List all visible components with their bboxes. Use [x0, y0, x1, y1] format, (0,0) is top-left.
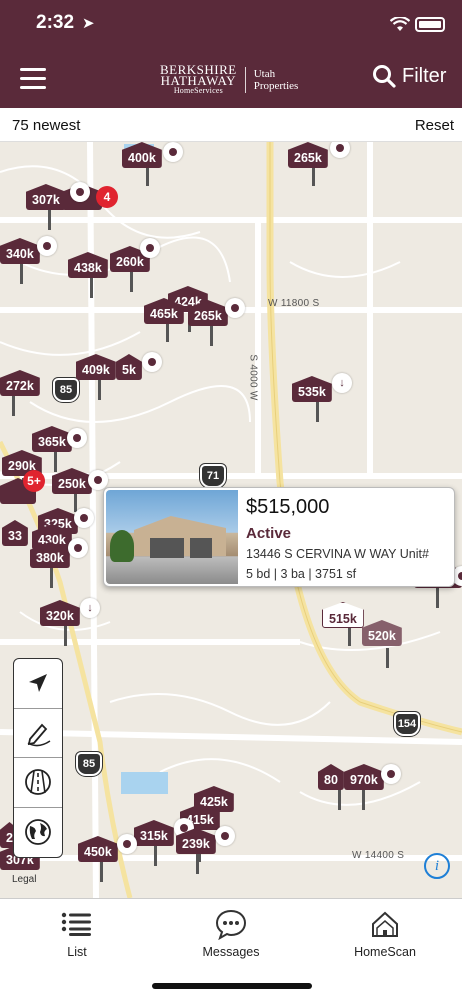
tab-label: HomeScan	[354, 945, 416, 959]
status-time: 2:32	[36, 12, 75, 33]
results-bar: 75 newest Reset	[0, 108, 462, 142]
brand-divider	[244, 67, 246, 93]
tab-label: Messages	[202, 945, 260, 959]
pond	[121, 772, 168, 794]
pin-dot	[74, 508, 94, 528]
pencil-icon	[27, 723, 51, 747]
listing-specs: 5 bd | 3 ba | 3751 sf	[246, 567, 357, 581]
cluster-badge[interactable]: 4	[96, 186, 118, 208]
globe-icon	[25, 819, 51, 846]
pin-dot	[140, 238, 160, 258]
top-nav-bar: BERKSHIRE HATHAWAY HomeServices Utah Pro…	[0, 50, 462, 108]
reset-button[interactable]: Reset	[415, 117, 454, 134]
battery-icon	[415, 17, 445, 32]
highway-shield: 71	[199, 463, 227, 489]
highway-shield: 85	[75, 751, 103, 777]
wifi-icon	[390, 17, 410, 31]
tab-messages[interactable]: Messages	[171, 907, 291, 959]
map-view[interactable]: W 11800 S S 4000 W W 14400 S 85 71 154 8…	[0, 142, 462, 898]
listing-photo[interactable]	[106, 490, 238, 584]
brand-logo: BERKSHIRE HATHAWAY HomeServices Utah Pro…	[160, 63, 299, 96]
listing-preview-card[interactable]: $515,000 Active 13446 S CERVINA W WAY Un…	[103, 487, 455, 587]
map-tools-panel	[13, 658, 63, 858]
street-label: W 11800 S	[268, 298, 320, 309]
listing-price: $515,000	[246, 496, 330, 518]
draw-area-button[interactable]	[14, 709, 62, 758]
search-icon	[373, 65, 396, 88]
pin-dot	[70, 182, 90, 202]
location-arrow-icon: ➤	[82, 15, 95, 32]
homescan-icon	[372, 911, 398, 937]
cluster-badge[interactable]: 5+	[23, 470, 45, 492]
home-indicator	[152, 983, 312, 989]
pin-arrow-down: ↓	[332, 373, 352, 393]
info-icon[interactable]: i	[424, 853, 450, 879]
pin-dot	[37, 236, 57, 256]
street-label: W 14400 S	[352, 850, 405, 861]
menu-button[interactable]	[20, 68, 46, 90]
list-icon	[61, 912, 91, 936]
pin-dot	[215, 826, 235, 846]
map-type-satellite-button[interactable]	[14, 808, 62, 858]
pin-dot	[67, 428, 87, 448]
navigation-arrow-icon	[29, 674, 47, 693]
filter-button[interactable]: Filter	[372, 64, 446, 88]
highway-shield: 85	[52, 377, 80, 403]
pin-dot	[142, 352, 162, 372]
pin-dot	[225, 298, 245, 318]
road-icon	[25, 769, 51, 796]
map-type-road-button[interactable]	[14, 758, 62, 808]
map-legal-link[interactable]: Legal	[12, 874, 36, 885]
pin-arrow-down: ↓	[80, 598, 100, 618]
highway-shield: 154	[393, 711, 421, 737]
listing-address: 13446 S CERVINA W WAY Unit#	[246, 547, 429, 561]
filter-label: Filter	[402, 64, 447, 87]
pin-dot	[68, 538, 88, 558]
brand-region-2: Properties	[253, 80, 299, 92]
tab-label: List	[67, 945, 87, 959]
listing-status: Active	[246, 525, 292, 542]
pin-dot	[117, 834, 137, 854]
messages-icon	[215, 909, 247, 940]
tab-list[interactable]: List	[17, 907, 137, 959]
results-count: 75 newest	[12, 117, 81, 134]
street-label: S 4000 W	[247, 354, 259, 401]
pin-dot	[381, 764, 401, 784]
brand-line-2: HATHAWAY	[160, 73, 237, 88]
status-bar: 2:32 ➤	[0, 0, 462, 50]
current-location-button[interactable]	[14, 659, 62, 709]
brand-region-1: Utah	[253, 68, 276, 80]
tab-homescan[interactable]: HomeScan	[325, 907, 445, 959]
pin-dot	[163, 142, 183, 162]
